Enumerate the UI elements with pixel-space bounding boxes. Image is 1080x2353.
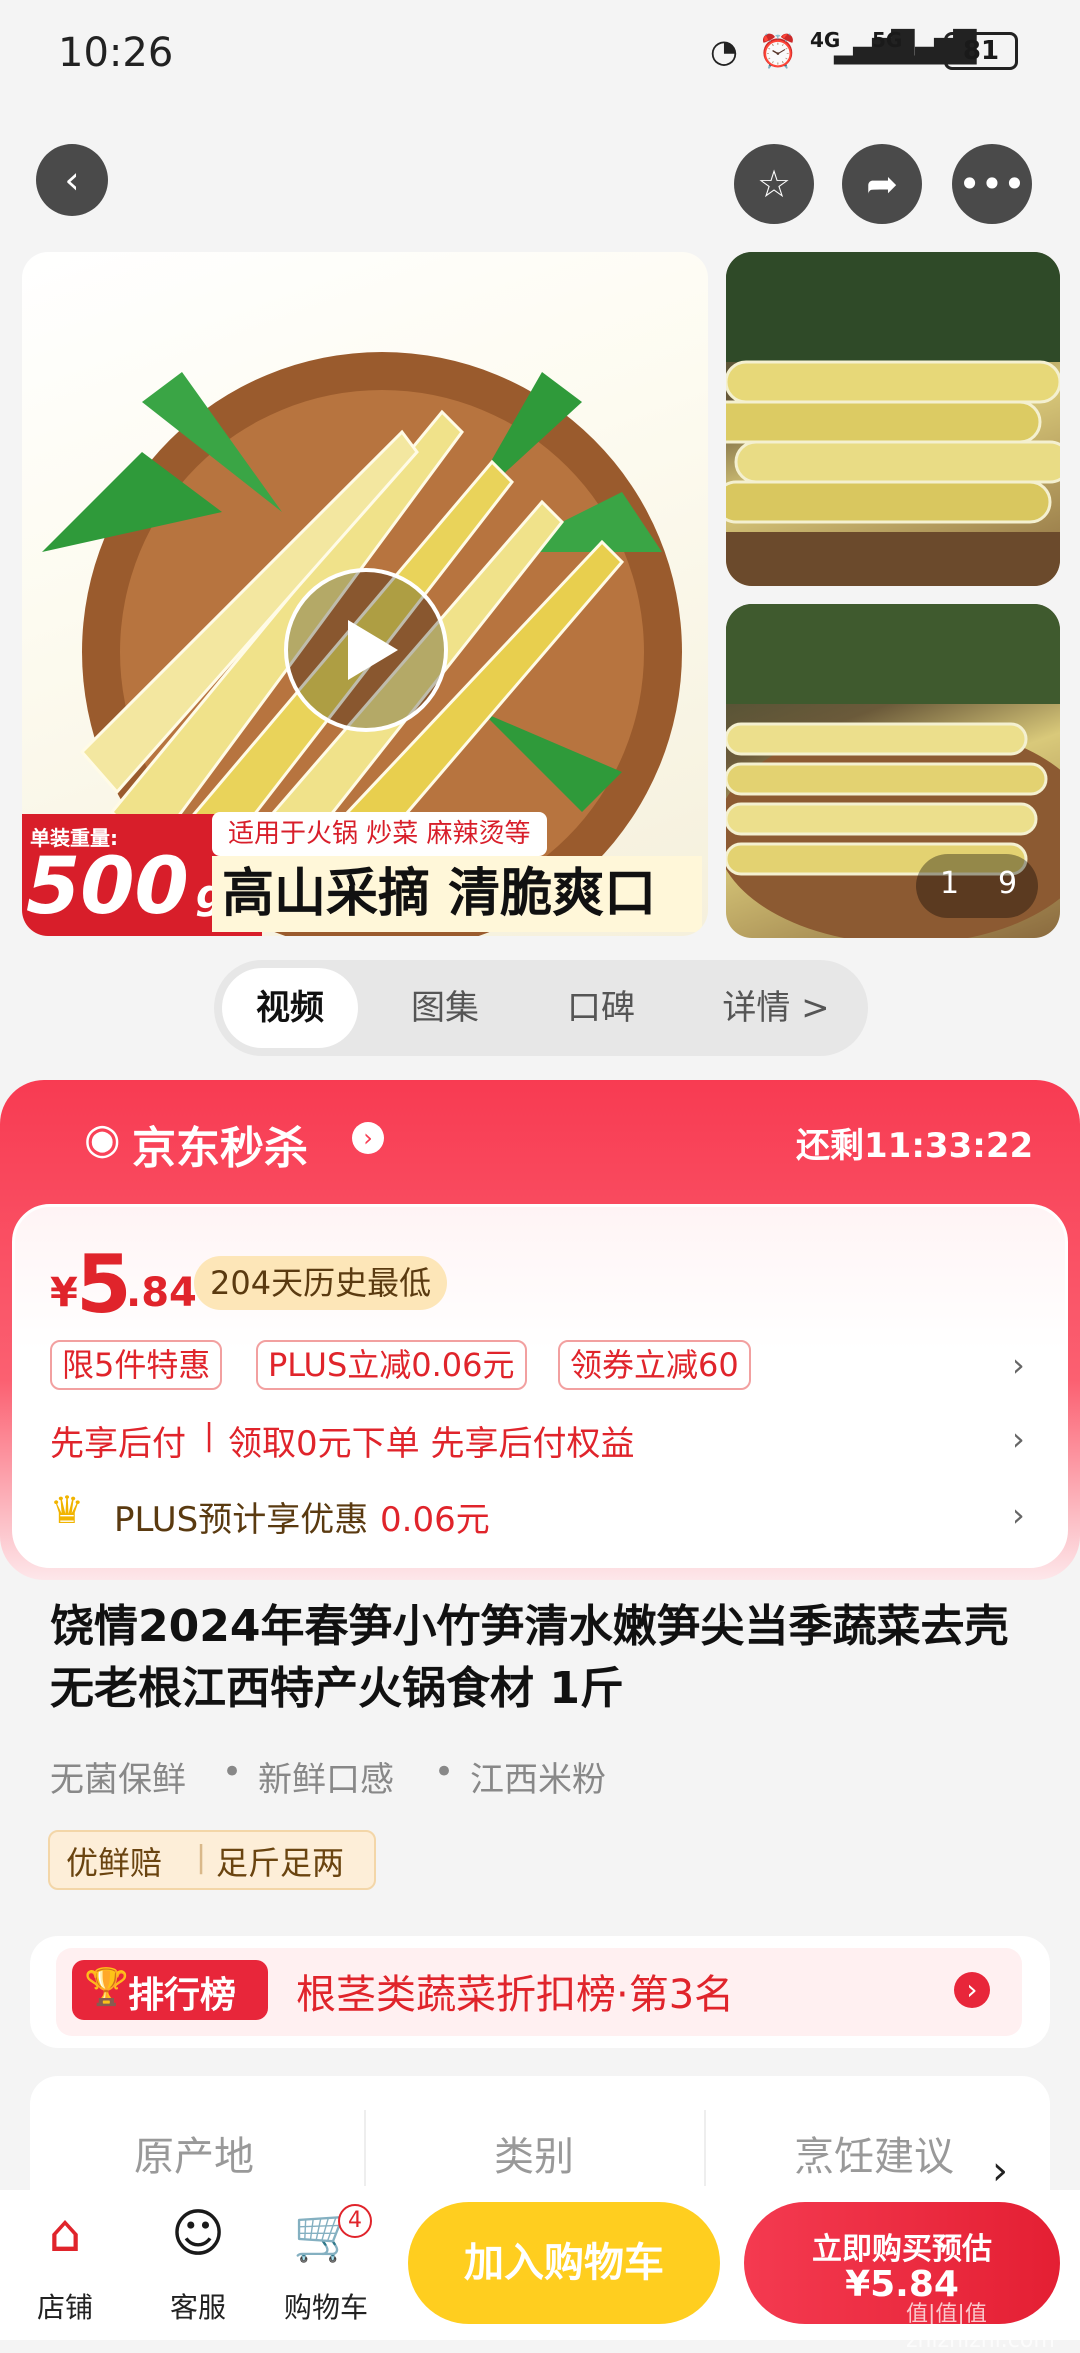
- image-counter-total: 9: [998, 866, 1018, 901]
- attribute-label: 烹饪建议: [794, 2134, 954, 2180]
- main-product-image[interactable]: 单装重量: 500 g 适用于火锅 炒菜 麻辣烫等 高山采摘 清脆爽口: [22, 252, 708, 936]
- promo-tag[interactable]: 领券立减60: [558, 1340, 751, 1390]
- trophy-icon: 🏆: [84, 1967, 129, 2008]
- pay-later-label[interactable]: 先享后付: [50, 1416, 186, 1465]
- thumbnail-image[interactable]: 1 9: [726, 604, 1060, 938]
- tab-video[interactable]: 视频: [222, 968, 358, 1048]
- usage-tagline: 适用于火锅 炒菜 麻辣烫等: [212, 812, 547, 856]
- feature-separator: •: [434, 1752, 455, 1792]
- divider: |: [196, 1840, 207, 1875]
- alarm-icon: ⏰: [758, 32, 798, 70]
- divider: |: [204, 1418, 215, 1453]
- star-icon: ☆: [756, 162, 792, 206]
- pay-later-desc[interactable]: 领取0元下单 先享后付权益: [228, 1416, 634, 1465]
- image-counter-current: 1: [940, 866, 960, 901]
- divider: [364, 2110, 366, 2186]
- feature-separator: •: [222, 1752, 243, 1792]
- rank-text: 根茎类蔬菜折扣榜·第3名: [296, 1972, 735, 2018]
- share-button[interactable]: ➦: [842, 144, 922, 224]
- favorite-button[interactable]: ☆: [734, 144, 814, 224]
- tab-reviews[interactable]: 口碑: [536, 960, 666, 1056]
- status-time: 10:26: [58, 30, 174, 76]
- chevron-right-icon[interactable]: ›: [992, 2148, 1008, 2194]
- service-label[interactable]: 客服: [158, 2286, 238, 2326]
- chevron-right-icon[interactable]: ›: [1012, 1496, 1025, 1534]
- service-tag: 优鲜赔: [66, 1844, 163, 1882]
- rank-badge-label: 排行榜: [128, 1975, 237, 2016]
- image-counter: [916, 854, 1038, 918]
- chevron-right-icon[interactable]: ›: [352, 1122, 384, 1154]
- countdown-timer: 还剩11:33:22: [796, 1126, 1034, 1166]
- speed-icon: ◔: [710, 32, 738, 70]
- cart-label[interactable]: 购物车: [276, 2286, 376, 2326]
- more-icon: •••: [958, 162, 1026, 206]
- history-low-badge: 204天历史最低: [194, 1256, 448, 1310]
- chevron-right-icon[interactable]: ›: [1012, 1346, 1025, 1384]
- price-decimal: .84: [126, 1270, 197, 1316]
- chevron-left-icon: ‹: [64, 158, 80, 202]
- share-icon: ➦: [866, 162, 898, 206]
- plus-discount-value[interactable]: 0.06元: [380, 1492, 490, 1541]
- price-integer: 5: [76, 1238, 132, 1331]
- feature-item: 江西米粉: [470, 1760, 606, 1800]
- chevron-right-icon[interactable]: ›: [1012, 1420, 1025, 1458]
- shop-label[interactable]: 店铺: [30, 2286, 100, 2326]
- chat-icon[interactable]: ☺: [158, 2204, 238, 2264]
- feature-item: 新鲜口感: [258, 1760, 394, 1800]
- tab-gallery[interactable]: 图集: [380, 960, 510, 1056]
- attribute-label: 类别: [494, 2134, 574, 2180]
- crown-icon: ♛: [50, 1488, 85, 1532]
- battery-icon: 81: [944, 32, 1018, 70]
- watermark: 值|值|值 zhizhizhi.com: [906, 2302, 1055, 2353]
- price-currency: ¥: [50, 1270, 78, 1316]
- product-title: 饶情2024年春笋小竹笋清水嫩笋尖当季蔬菜去壳无老根江西特产火锅食材 1斤: [50, 1601, 1009, 1714]
- bamboo-thumb-illustration: [726, 252, 1060, 586]
- attribute-label: 原产地: [134, 2134, 254, 2180]
- add-to-cart-button[interactable]: 加入购物车: [408, 2202, 720, 2324]
- cart-count-badge: 4: [338, 2204, 372, 2238]
- seckill-logo-icon: ◉: [84, 1114, 121, 1163]
- divider: [704, 2110, 706, 2186]
- shop-icon[interactable]: ⌂: [30, 2204, 100, 2264]
- more-button[interactable]: •••: [952, 144, 1032, 224]
- headline-tagline: 高山采摘 清脆爽口: [212, 856, 702, 932]
- promo-tag[interactable]: 限5件特惠: [50, 1340, 223, 1390]
- feature-item: 无菌保鲜: [50, 1760, 186, 1800]
- plus-discount-label[interactable]: PLUS预计享优惠: [114, 1492, 368, 1541]
- seckill-title[interactable]: 京东秒杀: [132, 1112, 308, 1176]
- thumbnail-image[interactable]: [726, 252, 1060, 586]
- weight-value: 500: [26, 842, 189, 932]
- buy-now-label[interactable]: 立即购买预估: [744, 2224, 1060, 2268]
- service-tag: 足斤足两: [216, 1844, 345, 1882]
- back-button[interactable]: ‹: [36, 144, 108, 216]
- chevron-right-icon[interactable]: ›: [954, 1972, 990, 2008]
- tab-details[interactable]: 详情 >: [706, 960, 846, 1056]
- promo-tag[interactable]: PLUS立减0.06元: [256, 1340, 527, 1390]
